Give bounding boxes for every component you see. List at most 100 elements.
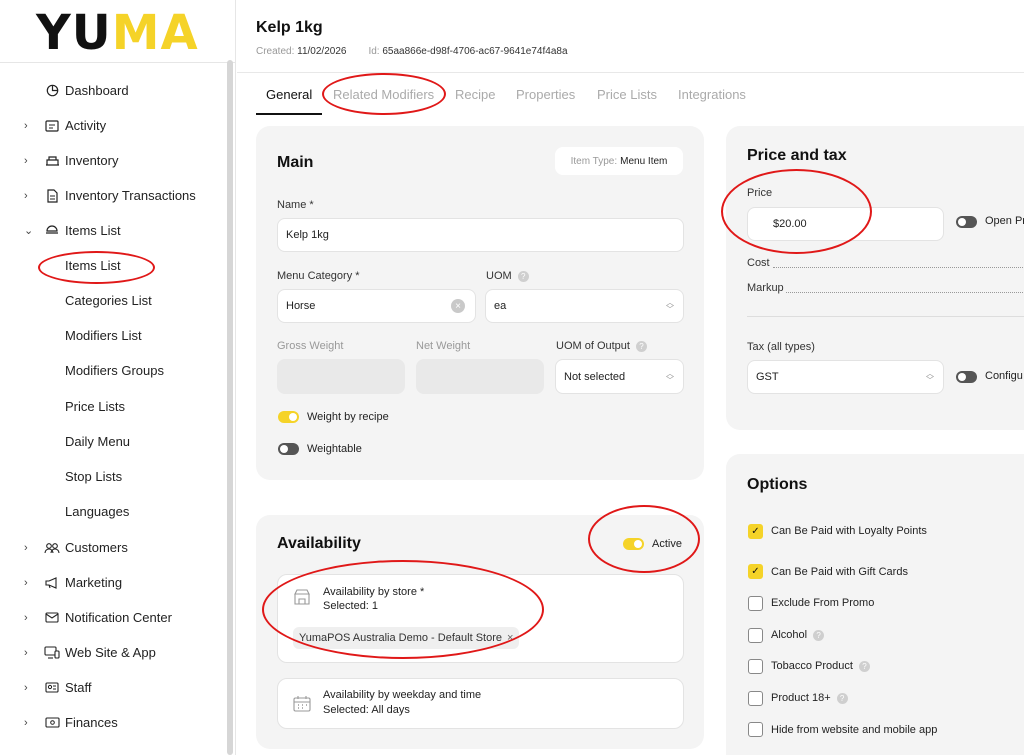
id-label: Id: <box>368 46 380 57</box>
uom-label-text: UOM <box>486 270 512 282</box>
option-label: Alcohol? <box>771 629 825 641</box>
store-chip-label: YumaPOS Australia Demo - Default Store <box>299 632 502 644</box>
help-icon[interactable]: ? <box>635 340 647 352</box>
price-label: Price <box>747 187 773 199</box>
uom-label: UOM? <box>486 270 529 282</box>
option-label: Hide from website and mobile app <box>771 724 938 736</box>
availability-card: Availability Active Availability by stor… <box>256 515 704 749</box>
options-card: Options ✓ Can Be Paid with Loyalty Point… <box>726 454 1024 755</box>
active-toggle[interactable] <box>623 538 644 550</box>
markup-label: Markup <box>747 282 784 294</box>
sidebar-item-marketing[interactable]: › Marketing <box>0 565 226 600</box>
sidebar-item-inventory[interactable]: › Inventory <box>0 143 226 178</box>
sidebar-item-notification-center[interactable]: › Notification Center <box>0 600 226 635</box>
separator <box>747 316 1024 317</box>
sidebar-subitem-modifiers-list[interactable]: Modifiers List <box>65 318 142 353</box>
open-price-toggle[interactable] <box>956 216 977 228</box>
uom-output-label-text: UOM of Output <box>556 340 630 352</box>
help-icon[interactable]: ? <box>836 692 848 704</box>
created-value: 11/02/2026 <box>297 46 347 57</box>
sidebar-item-inventory-transactions[interactable]: › Inventory Transactions <box>0 178 226 213</box>
option-label: Tobacco Product? <box>771 660 870 672</box>
help-icon[interactable]: ? <box>858 660 870 672</box>
tab-related-modifiers[interactable]: Related Modifiers <box>333 87 434 102</box>
availability-by-weekday[interactable]: Availability by weekday and time Selecte… <box>277 678 684 729</box>
clear-icon[interactable]: × <box>451 299 465 313</box>
weightable-label: Weightable <box>307 443 362 455</box>
sidebar-item-label: Marketing <box>65 575 123 590</box>
checkbox-loyalty-points[interactable]: ✓ <box>748 524 763 539</box>
checkbox-gift-cards[interactable]: ✓ <box>748 564 763 579</box>
tab-properties[interactable]: Properties <box>516 87 575 102</box>
inventory-icon <box>44 154 60 168</box>
store-icon <box>293 589 311 610</box>
sidebar-item-web-site-app[interactable]: › Web Site & App <box>0 635 226 670</box>
tab-recipe[interactable]: Recipe <box>455 87 495 102</box>
markup-leader <box>786 292 1024 293</box>
dashboard-icon <box>44 84 60 98</box>
menu-category-label: Menu Category * <box>277 270 360 282</box>
checkbox-product-18[interactable] <box>748 691 763 706</box>
sidebar-item-label: Staff <box>65 680 92 695</box>
net-weight-field[interactable] <box>416 359 544 394</box>
select-arrows-icon: ︿ ﹀ <box>926 369 934 385</box>
sidebar-subitem-modifiers-groups[interactable]: Modifiers Groups <box>65 353 164 388</box>
gross-weight-field[interactable] <box>277 359 405 394</box>
weightable-toggle[interactable] <box>278 443 299 455</box>
sidebar-subitem-price-lists[interactable]: Price Lists <box>65 389 125 424</box>
tab-general[interactable]: General <box>266 87 312 102</box>
sidebar-subitem-categories-list[interactable]: Categories List <box>65 283 152 318</box>
sidebar-subitem-stop-lists[interactable]: Stop Lists <box>65 459 122 494</box>
tab-integrations[interactable]: Integrations <box>678 87 746 102</box>
open-price-label: Open Pr <box>985 215 1024 227</box>
uom-output-select[interactable]: Not selected ︿ ﹀ <box>555 359 684 394</box>
checkbox-tobacco[interactable] <box>748 659 763 674</box>
sidebar-subitem-languages[interactable]: Languages <box>65 494 129 529</box>
sidebar: YU MA Dashboard › Activity › Inventory › … <box>0 0 236 755</box>
remove-chip-icon[interactable]: × <box>507 632 513 644</box>
menu-category-select[interactable]: Horse × <box>277 289 476 323</box>
price-value: $20.00 <box>773 218 807 230</box>
id-value: 65aa866e-d98f-4706-ac67-9641e74f4a8a <box>382 46 568 57</box>
cost-label: Cost <box>747 257 770 269</box>
sidebar-item-label: Customers <box>65 540 128 555</box>
checkbox-alcohol[interactable] <box>748 628 763 643</box>
sidebar-item-activity[interactable]: › Activity <box>0 108 226 143</box>
uom-output-label: UOM of Output? <box>556 340 647 352</box>
option-label: Exclude From Promo <box>771 597 875 609</box>
availability-title: Availability <box>277 535 361 552</box>
sidebar-subitem-items-list[interactable]: Items List <box>65 248 121 283</box>
tab-bar: General Related Modifiers Recipe Propert… <box>237 73 1024 115</box>
sidebar-item-label: Items List <box>65 223 121 238</box>
sidebar-item-dashboard[interactable]: Dashboard <box>0 73 226 108</box>
option-label: Can Be Paid with Gift Cards <box>771 566 908 578</box>
name-field[interactable]: Kelp 1kg <box>277 218 684 252</box>
sidebar-item-label: Web Site & App <box>65 645 156 660</box>
sidebar-scrollbar[interactable] <box>227 60 233 755</box>
price-field[interactable]: $20.00 <box>747 207 944 241</box>
chevron-right-icon: › <box>24 189 28 202</box>
yuma-logo[interactable]: YU MA <box>36 5 199 61</box>
sidebar-item-finances[interactable]: › Finances <box>0 705 226 740</box>
availability-by-store[interactable]: Availability by store * Selected: 1 Yuma… <box>277 574 684 663</box>
devices-icon <box>44 646 60 660</box>
uom-select[interactable]: ea ︿ ﹀ <box>485 289 684 323</box>
chevron-right-icon: › <box>24 119 28 132</box>
weight-by-recipe-toggle[interactable] <box>278 411 299 423</box>
checkbox-exclude-promo[interactable] <box>748 596 763 611</box>
checkbox-hide-website[interactable] <box>748 722 763 737</box>
tax-select[interactable]: GST ︿ ﹀ <box>747 360 944 394</box>
help-icon[interactable]: ? <box>813 629 825 641</box>
sidebar-item-label: Inventory Transactions <box>65 188 196 203</box>
sidebar-item-label: Dashboard <box>65 83 129 98</box>
tab-price-lists[interactable]: Price Lists <box>597 87 657 102</box>
sidebar-item-customers[interactable]: › Customers <box>0 530 226 565</box>
menu-category-value: Horse <box>286 300 316 312</box>
configure-toggle[interactable] <box>956 371 977 383</box>
sidebar-item-staff[interactable]: › Staff <box>0 670 226 705</box>
sidebar-item-items-list[interactable]: ⌄ Items List <box>0 213 226 248</box>
sidebar-item-label: Finances <box>65 715 118 730</box>
help-icon[interactable]: ? <box>517 270 529 282</box>
weight-by-recipe-label: Weight by recipe <box>307 411 389 423</box>
sidebar-subitem-daily-menu[interactable]: Daily Menu <box>65 424 130 459</box>
